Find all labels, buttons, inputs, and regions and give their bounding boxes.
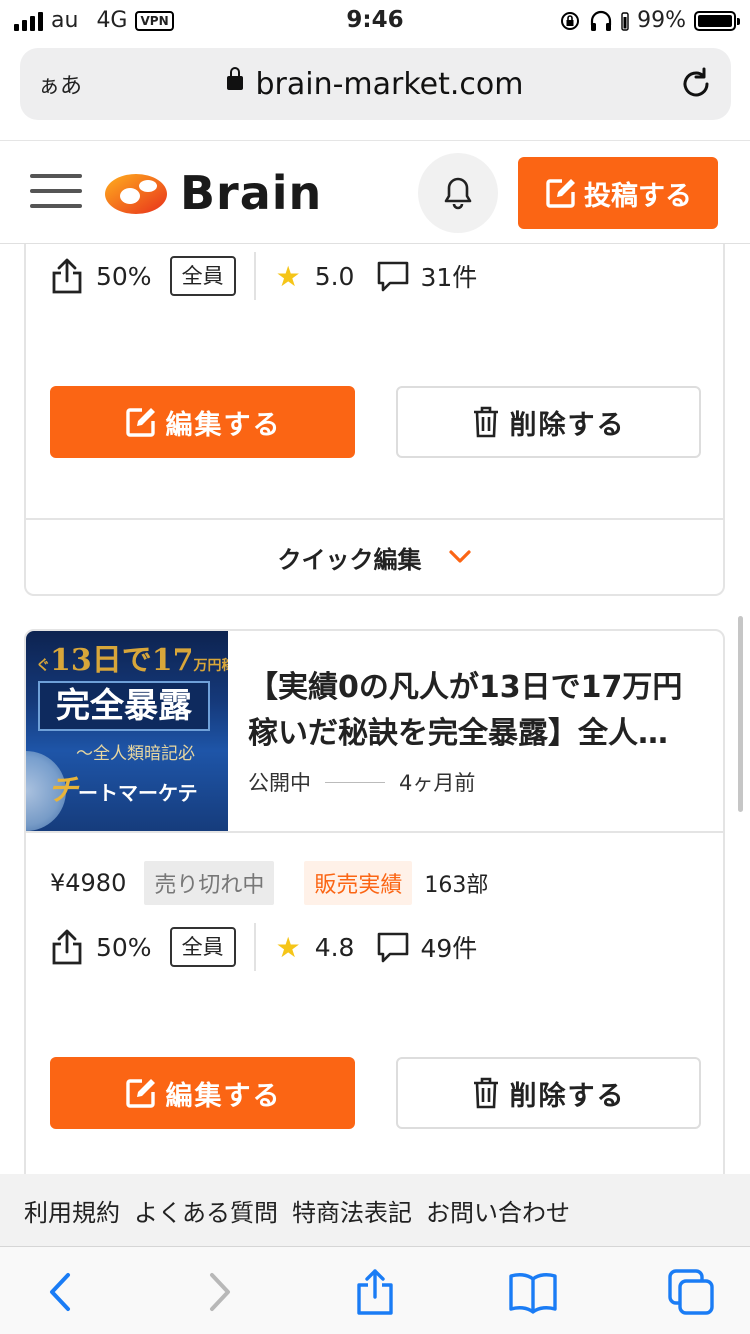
footer-link-terms[interactable]: 利用規約	[24, 1193, 120, 1228]
menu-icon[interactable]	[30, 174, 82, 210]
stats-row: 50% 全員 ★ 4.8 49件	[50, 923, 477, 971]
comment-count: 31件	[420, 263, 478, 292]
rating: 5.0	[314, 261, 355, 291]
price-row: ¥4980 売り切れ中 販売実績 163部	[50, 861, 488, 905]
comment-icon	[378, 261, 409, 292]
comment-count: 49件	[420, 934, 478, 963]
thumbnail-text: チートマーケテ	[48, 773, 198, 808]
edit-button[interactable]: 編集する	[50, 1057, 355, 1129]
product-title[interactable]: 【実績0の凡人が13日で17万円稼いだ秘訣を完全暴露】全人…	[248, 665, 698, 759]
back-icon[interactable]	[36, 1267, 86, 1317]
footer-links: 利用規約 よくある質問 特商法表記 お問い合わせ	[0, 1174, 750, 1246]
publish-status: 公開中	[248, 771, 311, 795]
trash-icon	[473, 406, 498, 438]
reload-icon[interactable]	[677, 65, 715, 103]
chevron-down-icon	[448, 550, 471, 563]
battery-icon	[694, 10, 740, 31]
share-icon[interactable]	[50, 928, 84, 966]
sales-badge: 販売実績	[304, 861, 413, 905]
share-icon[interactable]	[350, 1267, 400, 1317]
scroll-indicator[interactable]	[738, 616, 743, 812]
audience-badge: 全員	[169, 256, 236, 296]
sales-count: 163部	[424, 873, 489, 898]
delete-button[interactable]: 削除する	[396, 1057, 701, 1129]
battery-percent: 99%	[637, 8, 686, 33]
trash-icon	[473, 1077, 498, 1109]
orientation-lock-icon	[561, 11, 580, 30]
thumbnail-text: 〜全人類暗記必	[76, 744, 195, 764]
bell-icon	[444, 177, 472, 210]
edit-button-label: 編集する	[165, 409, 282, 441]
footer-link-contact[interactable]: お問い合わせ	[426, 1193, 570, 1228]
product-card: 50% 全員 ★ 5.0 31件 編集する 削除する クイック編集	[24, 200, 725, 596]
edit-button[interactable]: 編集する	[50, 386, 355, 458]
divider	[26, 831, 723, 833]
bookmarks-icon[interactable]	[508, 1267, 558, 1317]
quick-edit-toggle[interactable]: クイック編集	[26, 518, 723, 594]
post-button[interactable]: 投稿する	[518, 157, 718, 229]
price: ¥4980	[50, 869, 127, 897]
share-icon[interactable]	[50, 257, 84, 295]
audience-badge: 全員	[169, 927, 236, 967]
footer-link-legal[interactable]: 特商法表記	[292, 1193, 412, 1228]
headphones-icon	[590, 10, 612, 31]
browser-toolbar	[0, 1246, 750, 1334]
affiliate-rate: 50%	[96, 261, 152, 291]
address-bar[interactable]: ぁあ brain-market.com	[20, 48, 731, 120]
quick-edit-label: クイック編集	[277, 545, 422, 574]
thumbnail-text: ぐ13日で17万円稼い	[36, 643, 228, 678]
forward-icon[interactable]	[194, 1267, 244, 1317]
star-icon: ★	[275, 259, 301, 293]
notification-button[interactable]	[418, 153, 498, 233]
star-icon: ★	[275, 930, 301, 964]
logo-text: Brain	[180, 166, 323, 220]
delete-button-label: 削除する	[509, 409, 626, 441]
url-display[interactable]: brain-market.com	[20, 67, 731, 102]
brain-logo[interactable]: Brain	[104, 166, 323, 220]
delete-button-label: 削除する	[509, 1080, 626, 1112]
product-thumbnail[interactable]: ぐ13日で17万円稼い 完全暴露 〜全人類暗記必 チートマーケテ	[26, 631, 228, 831]
affiliate-rate: 50%	[96, 932, 152, 962]
brain-logo-mark-icon	[105, 174, 167, 214]
footer-link-faq[interactable]: よくある質問	[134, 1193, 278, 1228]
stats-row: 50% 全員 ★ 5.0 31件	[50, 252, 477, 300]
url-text: brain-market.com	[255, 66, 524, 102]
compose-icon	[546, 179, 575, 208]
rating: 4.8	[314, 932, 355, 962]
delete-button[interactable]: 削除する	[396, 386, 701, 458]
edit-button-label: 編集する	[165, 1080, 282, 1112]
publish-age: 4ヶ月前	[399, 771, 476, 795]
edit-icon	[125, 408, 155, 437]
comment-icon	[378, 932, 409, 963]
headphone-battery-icon	[621, 11, 629, 31]
lock-icon	[227, 67, 244, 90]
soldout-badge: 売り切れ中	[144, 861, 275, 905]
divider	[253, 252, 256, 300]
site-header: Brain 投稿する	[0, 140, 750, 244]
publish-info: 公開中 4ヶ月前	[248, 767, 475, 797]
thumbnail-text: 完全暴露	[38, 681, 210, 731]
divider	[253, 923, 256, 971]
post-button-label: 投稿する	[584, 180, 692, 212]
status-bar: au 4G VPN 9:46 99%	[0, 0, 750, 44]
tabs-icon[interactable]	[666, 1267, 716, 1317]
edit-icon	[125, 1079, 155, 1108]
divider	[325, 781, 385, 783]
